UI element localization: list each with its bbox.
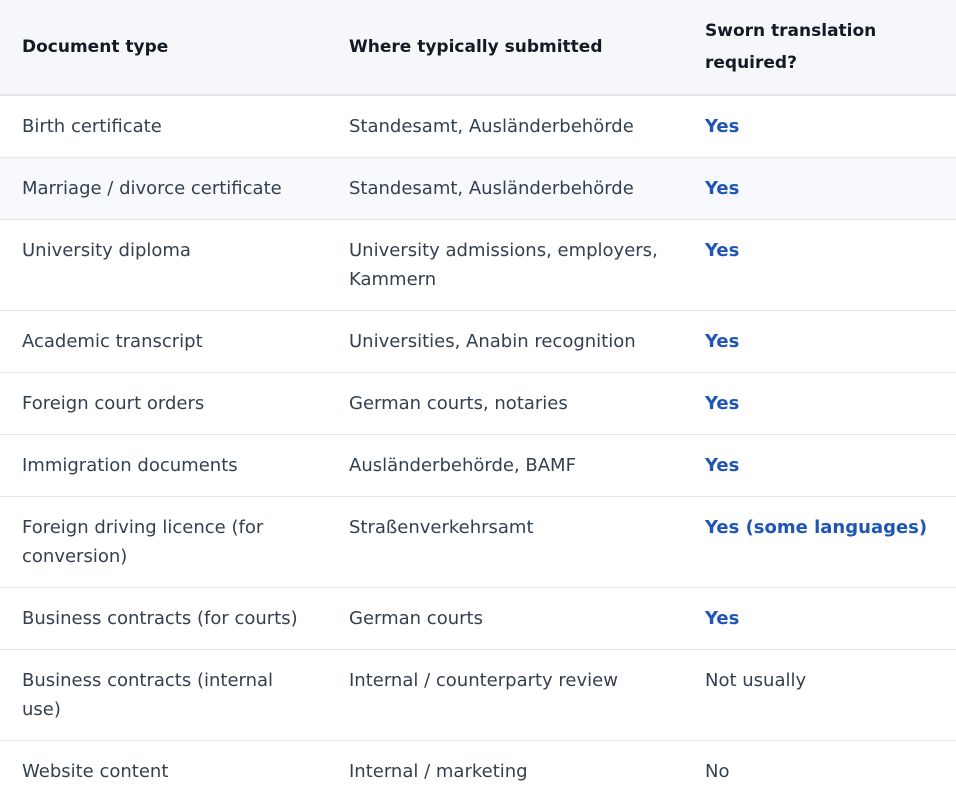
table-row: Foreign driving licence (for conversion)…	[0, 496, 956, 588]
table-row: University diploma University admissions…	[0, 219, 956, 311]
table-body: Birth certificate Standesamt, Ausländerb…	[0, 95, 956, 800]
cell-sworn: Yes	[705, 157, 956, 220]
cell-sworn: No	[705, 761, 730, 782]
cell-where: German courts	[327, 587, 705, 650]
table-row: Academic transcript Universities, Anabin…	[0, 310, 956, 373]
header-document-type: Document type	[0, 0, 327, 96]
cell-document: Business contracts (internal use)	[0, 649, 327, 741]
header-sworn-translation: Sworn translation required?	[705, 0, 956, 96]
cell-document: Marriage / divorce certificate	[0, 157, 327, 220]
cell-where: Internal / marketing	[349, 761, 528, 782]
cell-where: Straßenverkehrsamt	[327, 496, 705, 588]
cell-sworn: Yes (some languages)	[705, 496, 956, 588]
cell-where: Standesamt, Ausländerbehörde	[327, 157, 705, 220]
table-row: Business contracts (internal use) Intern…	[0, 649, 956, 741]
cell-where: German courts, notaries	[327, 372, 705, 435]
cell-document: Foreign court orders	[0, 372, 327, 435]
cell-document: Immigration documents	[0, 434, 327, 497]
cell-sworn: Yes	[705, 95, 956, 158]
header-where-submitted: Where typically submitted	[327, 0, 705, 96]
cell-sworn: Yes	[705, 587, 956, 650]
cell-sworn: Yes	[705, 310, 956, 373]
table-row: Business contracts (for courts) German c…	[0, 587, 956, 650]
cell-document: Academic transcript	[0, 310, 327, 373]
table-row: Marriage / divorce certificate Standesam…	[0, 157, 956, 220]
cell-where: Standesamt, Ausländerbehörde	[327, 95, 705, 158]
table-row: Website content Internal / marketing No	[0, 741, 956, 800]
cell-where: University admissions, employers, Kammer…	[327, 219, 705, 311]
table-header: Document type Where typically submitted …	[0, 0, 956, 96]
cell-sworn: Yes	[705, 434, 956, 497]
cell-sworn: Not usually	[705, 649, 956, 741]
cell-sworn: Yes	[705, 219, 956, 311]
table-row: Birth certificate Standesamt, Ausländerb…	[0, 95, 956, 158]
cell-where: Universities, Anabin recognition	[327, 310, 705, 373]
table-row: Immigration documents Ausländerbehörde, …	[0, 434, 956, 497]
cell-sworn: Yes	[705, 372, 956, 435]
cell-document: University diploma	[0, 219, 327, 311]
cell-where: Ausländerbehörde, BAMF	[327, 434, 705, 497]
cell-document: Birth certificate	[0, 95, 327, 158]
cell-document: Foreign driving licence (for conversion)	[0, 496, 327, 588]
cell-document: Business contracts (for courts)	[0, 587, 327, 650]
cell-where: Internal / counterparty review	[327, 649, 705, 741]
cell-document: Website content	[22, 761, 169, 782]
header-row: Document type Where typically submitted …	[0, 0, 956, 96]
translation-requirements-table: Document type Where typically submitted …	[0, 0, 956, 800]
table-row: Foreign court orders German courts, nota…	[0, 372, 956, 435]
